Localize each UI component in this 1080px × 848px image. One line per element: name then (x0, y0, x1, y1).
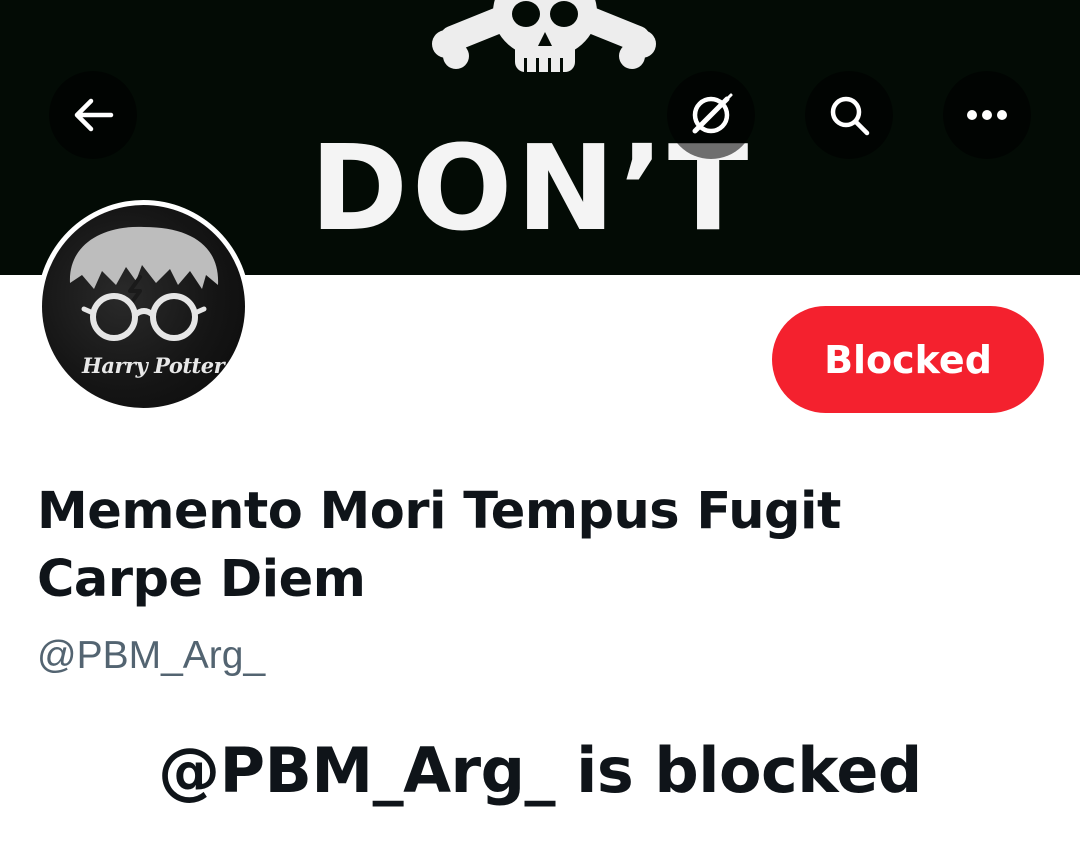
more-options-button[interactable] (943, 71, 1031, 159)
grok-icon (692, 93, 733, 134)
blocked-button[interactable]: Blocked (772, 306, 1044, 413)
display-name: Memento Mori Tempus Fugit Carpe Diem (37, 482, 841, 609)
grok-button[interactable] (667, 71, 755, 159)
search-button[interactable] (805, 71, 893, 159)
blocked-notice-heading: @PBM_Arg_ is blocked (158, 734, 922, 807)
search-icon (830, 96, 870, 136)
profile-handle: @PBM_Arg_ (37, 634, 266, 677)
avatar-image: Harry Potter (42, 205, 245, 408)
back-arrow-icon (74, 98, 114, 132)
profile-page: DON’T Harry Potter Blocked Memento Mori … (0, 0, 1080, 848)
more-icon (967, 110, 1007, 120)
back-button[interactable] (49, 71, 137, 159)
avatar[interactable]: Harry Potter (37, 200, 250, 413)
avatar-caption: Harry Potter (82, 353, 225, 378)
